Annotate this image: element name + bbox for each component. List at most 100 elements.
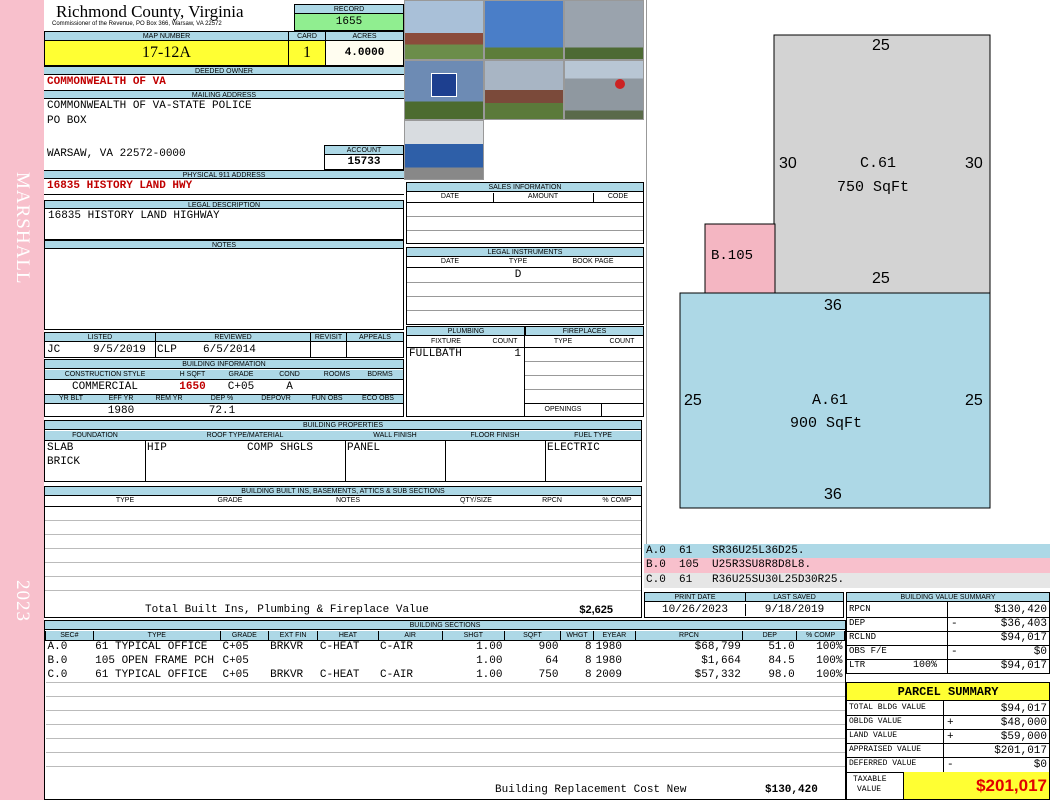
acres-label: ACRES [325, 32, 403, 41]
land-sign: + [947, 731, 954, 743]
photo-grid [404, 0, 644, 180]
roof-material: COMP SHGLS [247, 442, 314, 454]
legal-description: 16835 HISTORY LAND HIGHWAY [48, 210, 220, 222]
account-number: 15733 [347, 156, 381, 168]
section-cell: 8 [584, 641, 592, 654]
sec-col-header: AIR [377, 631, 443, 641]
section-a-area: 900 SqFt [790, 415, 863, 432]
legal-instruments: LEGAL INSTRUMENTS DATE TYPE BOOK PAGE D [406, 247, 644, 325]
section-cell: $68,799 [694, 641, 741, 654]
appraised-value-label: APPRAISED VALUE [849, 745, 922, 754]
section-c-label: C.61 [860, 155, 897, 172]
canopy-photo[interactable] [404, 120, 484, 180]
instrument-type: D [514, 269, 522, 281]
section-row[interactable]: A.0 61 TYPICAL OFFICE C+05 BRKVR C-HEAT C-AIR… [46, 640, 845, 654]
bi-col-notes: NOTES [335, 497, 361, 504]
section-a-label: A.61 [812, 392, 849, 409]
sec-col-header: EYEAR [593, 631, 636, 641]
revisit-label: REVISIT [310, 333, 346, 342]
last-saved: 9/18/2019 [745, 604, 843, 616]
legal-description-label: LEGAL DESCRIPTION [45, 200, 403, 209]
col-dep-pct: DEP % [210, 395, 234, 402]
plumbing-count: 1 [514, 348, 521, 360]
section-cell: 1.00 [476, 655, 503, 667]
building-sketch [679, 34, 991, 509]
tax-year: 2023 [12, 580, 33, 622]
section-cell: 8 [584, 668, 592, 681]
section-cell: $1,664 [701, 655, 741, 667]
sec-col-header: SEC# [45, 631, 94, 641]
building-sections: BUILDING SECTIONS SEC# TYPE GRADE EXT FIN HE… [44, 620, 846, 800]
sales-information: SALES INFORMATION DATE AMOUNT CODE [406, 182, 644, 244]
col-hsqft: H SQFT [179, 371, 206, 378]
section-cell: 98.0 [768, 668, 795, 681]
section-cell: 61 TYPICAL OFFICE [95, 641, 208, 654]
replacement-cost: $130,420 [765, 784, 818, 796]
sec-col-header: SHGT [441, 631, 505, 641]
legend-row-c: C.0 61 R36U25SU30L25D30R25. [644, 573, 1050, 588]
reviewed-label: REVIEWED [155, 333, 310, 342]
mailing-line-3: WARSAW, VA 22572-0000 [47, 148, 186, 160]
total-bldg-value: $94,017 [1000, 703, 1047, 715]
section-cell: C-HEAT [319, 668, 360, 681]
bi-col-type: TYPE [115, 497, 135, 504]
bvs-dep-label: DEP [849, 618, 866, 628]
parcel-summary: PARCEL SUMMARY TOTAL BLDG VALUE $94,017 … [846, 682, 1050, 800]
construction-style: COMMERCIAL [71, 381, 138, 393]
sign-photo[interactable] [404, 60, 484, 120]
building-photo-1[interactable] [404, 0, 484, 60]
col-fun-obs: FUN OBS [311, 395, 343, 402]
building-info-label: BUILDING INFORMATION [45, 360, 403, 369]
li-col-book-page: BOOK PAGE [572, 258, 614, 265]
section-cell: 8 [584, 655, 592, 667]
obldg-sign: + [947, 717, 954, 729]
section-cell: 61 TYPICAL OFFICE [95, 668, 208, 681]
section-cell: 900 [538, 641, 559, 654]
mailing-address-label: MAILING ADDRESS [44, 90, 404, 99]
listed-label: LISTED [45, 333, 155, 342]
map-number: 17-12A [45, 41, 288, 65]
built-ins-label: BUILDING BUILT INS, BASEMENTS, ATTICS & … [45, 487, 641, 496]
li-col-type: TYPE [508, 258, 528, 265]
bi-col-comp: % COMP [602, 497, 632, 504]
bvs-rclnd-label: RCLND [849, 632, 877, 642]
section-row[interactable]: C.0 61 TYPICAL OFFICE C+05 BRKVR C-HEAT C-AIR… [46, 668, 845, 682]
bvs-rclnd: $94,017 [1000, 632, 1047, 644]
sec-col-header: % COMP [796, 631, 845, 641]
col-eff-yr: EFF YR [108, 395, 134, 402]
deferred-value-label: DEFERRED VALUE [849, 759, 917, 768]
fireplaces-label: FIREPLACES [525, 327, 643, 336]
section-cell [318, 654, 378, 668]
print-date: 10/26/2023 [661, 604, 728, 616]
listed-by: JC [47, 344, 61, 356]
fireplace-col-count: COUNT [609, 338, 635, 345]
col-foundation: FOUNDATION [72, 432, 118, 439]
tower-photo-1[interactable] [484, 0, 564, 60]
dim-c-top: 25 [872, 37, 890, 54]
col-roof: ROOF TYPE/MATERIAL [206, 432, 284, 439]
depreciation-pct: 72.1 [208, 405, 236, 417]
garage-photo[interactable] [564, 60, 644, 120]
tower-photo-2[interactable] [564, 0, 644, 60]
section-cell: 1980 [595, 641, 622, 654]
sales-label: SALES INFORMATION [407, 183, 643, 192]
record-value: 1655 [295, 14, 403, 30]
bi-col-grade: GRADE [217, 497, 243, 504]
section-row[interactable]: B.0 105 OPEN FRAME PCH C+05 1.00 64 8 1980 $1,6… [46, 654, 845, 668]
physical-address: 16835 HISTORY LAND HWY [44, 179, 404, 195]
section-cell: C+05 [222, 668, 249, 681]
section-cell [378, 654, 442, 668]
grade: C+05 [227, 381, 255, 393]
section-cell: 64 [545, 655, 559, 667]
reviewed-date: 6/5/2014 [203, 344, 256, 356]
sales-col-amount: AMOUNT [527, 193, 559, 200]
sec-col-header: GRADE [219, 631, 269, 641]
building-photo-2[interactable] [484, 60, 564, 120]
notes-label: NOTES [45, 240, 403, 249]
sales-col-code: CODE [607, 193, 629, 200]
district-sidebar: MARSHALL 2023 [0, 0, 44, 800]
section-cell: 51.0 [768, 641, 795, 654]
sections-table: SEC# TYPE GRADE EXT FIN HEAT AIR SHGT SQFT WHGT E… [45, 631, 845, 780]
section-cell: C-HEAT [319, 641, 360, 654]
section-cell: C-AIR [380, 641, 414, 654]
